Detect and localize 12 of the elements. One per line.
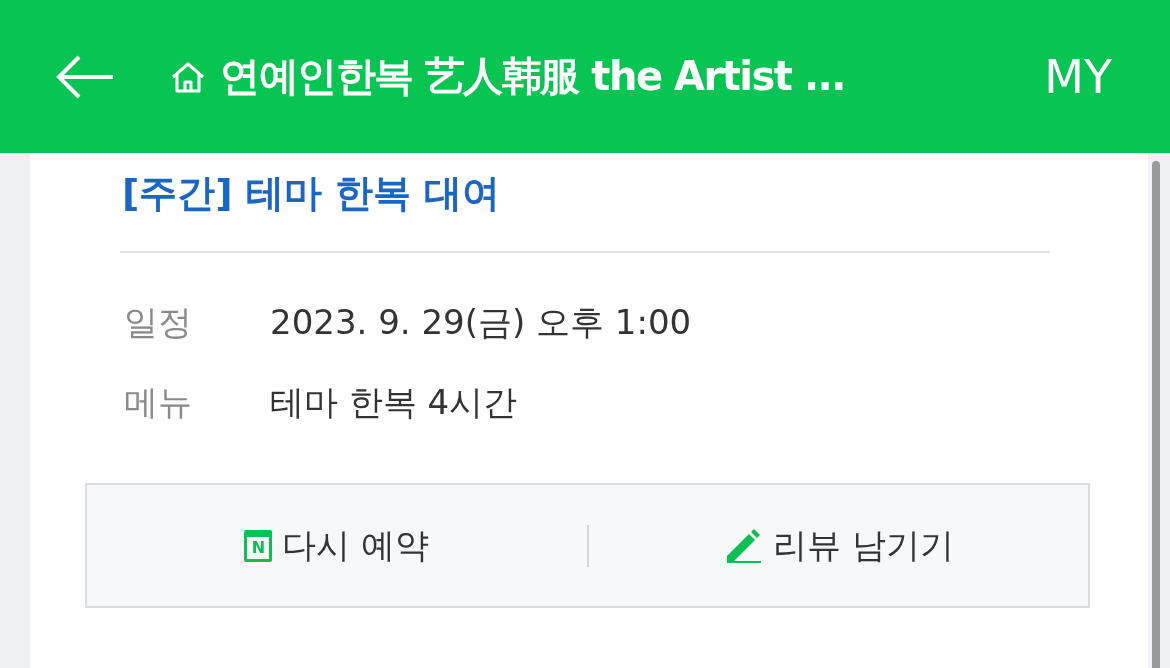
- detail-label: 메뉴: [124, 381, 193, 424]
- detail-value: 2023. 9. 29(금) 오후 1:00: [270, 301, 692, 344]
- calendar-icon: N: [244, 529, 273, 562]
- home-icon[interactable]: [170, 60, 206, 93]
- page-title: 연예인한복 艺人韩服 the Artist ...: [220, 52, 845, 101]
- rebook-button[interactable]: N 다시 예약: [87, 485, 587, 606]
- booking-title: [주간] 테마 한복 대여: [122, 170, 502, 217]
- review-button[interactable]: 리뷰 남기기: [588, 485, 1088, 606]
- detail-value: 테마 한복 4시간: [270, 381, 518, 424]
- scrollbar[interactable]: [1152, 161, 1160, 668]
- back-icon[interactable]: [55, 54, 115, 99]
- detail-label: 일정: [124, 301, 193, 344]
